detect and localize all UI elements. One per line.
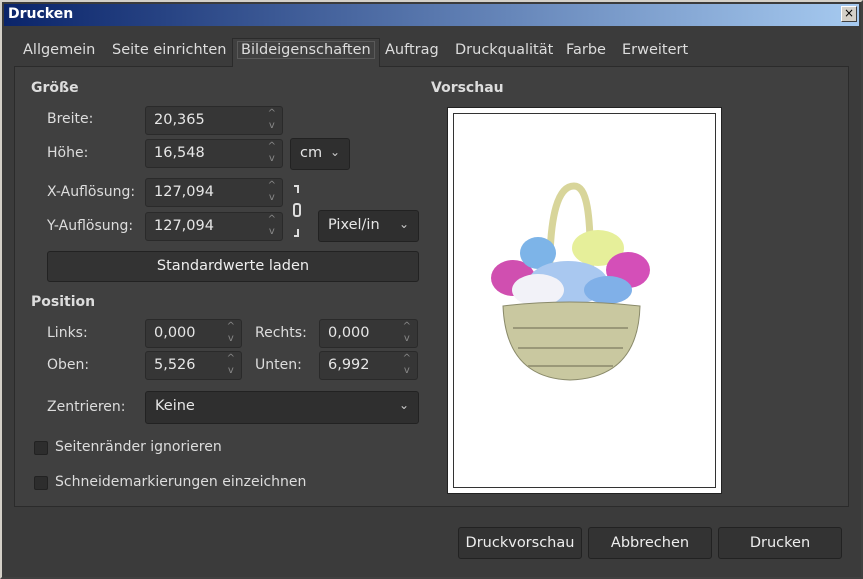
tab-auftrag[interactable]: Auftrag [385, 42, 439, 58]
xres-input[interactable]: 127,094 ^ v [145, 178, 283, 207]
load-defaults-button[interactable]: Standardwerte laden [47, 251, 419, 282]
center-label: Zentrieren: [47, 399, 126, 415]
center-value: Keine [155, 398, 195, 414]
spin-arrows-icon[interactable]: ^ v [268, 108, 276, 132]
unit-select[interactable]: cm ⌄ [290, 138, 350, 170]
top-input[interactable]: 5,526 ^ v [145, 351, 242, 380]
center-select[interactable]: Keine ⌄ [145, 391, 419, 424]
left-label: Links: [47, 325, 88, 341]
yres-label: Y-Auflösung: [47, 218, 134, 234]
tab-farbe[interactable]: Farbe [566, 42, 606, 58]
spin-arrows-icon[interactable]: ^ v [403, 353, 411, 377]
title-bar: Drucken × [4, 4, 859, 26]
spin-arrows-icon[interactable]: ^ v [227, 353, 235, 377]
tab-bildeigenschaften[interactable]: Bildeigenschaften [232, 38, 380, 67]
height-value: 16,548 [154, 145, 205, 161]
size-heading: Größe [31, 80, 79, 96]
spin-arrows-icon[interactable]: ^ v [268, 180, 276, 204]
preview-heading: Vorschau [431, 80, 504, 96]
chevron-down-icon: ⌄ [398, 398, 409, 412]
height-label: Höhe: [47, 145, 89, 161]
yres-input[interactable]: 127,094 ^ v [145, 212, 283, 241]
right-value: 0,000 [328, 325, 370, 341]
cancel-button[interactable]: Abbrechen [588, 527, 712, 559]
spin-arrows-icon[interactable]: ^ v [268, 141, 276, 165]
tab-allgemein[interactable]: Allgemein [23, 42, 95, 58]
right-label: Rechts: [255, 325, 307, 341]
chain-link-icon[interactable] [291, 184, 303, 238]
window-title: Drucken [8, 6, 74, 22]
unit-value: cm [300, 145, 323, 161]
spin-arrows-icon[interactable]: ^ v [268, 214, 276, 238]
resolution-unit-value: Pixel/in [328, 217, 380, 233]
yres-value: 127,094 [154, 218, 214, 234]
xres-value: 127,094 [154, 184, 214, 200]
bottom-input[interactable]: 6,992 ^ v [319, 351, 418, 380]
position-heading: Position [31, 294, 96, 310]
xres-label: X-Auflösung: [47, 184, 136, 200]
width-input[interactable]: 20,365 ^ v [145, 106, 283, 135]
print-button[interactable]: Drucken [718, 527, 842, 559]
crop-marks-checkbox[interactable] [34, 476, 48, 490]
tab-erweitert[interactable]: Erweitert [622, 42, 688, 58]
spin-arrows-icon[interactable]: ^ v [227, 321, 235, 345]
width-label: Breite: [47, 111, 94, 127]
spin-arrows-icon[interactable]: ^ v [403, 321, 411, 345]
top-label: Oben: [47, 357, 90, 373]
crop-marks-label[interactable]: Schneidemarkierungen einzeichnen [55, 474, 306, 490]
bottom-label: Unten: [255, 357, 302, 373]
ignore-margins-checkbox[interactable] [34, 441, 48, 455]
tab-label: Bildeigenschaften [237, 41, 375, 59]
bottom-value: 6,992 [328, 357, 370, 373]
preview-image-flower-basket [491, 182, 650, 381]
tab-seite-einrichten[interactable]: Seite einrichten [112, 42, 226, 58]
print-preview-button[interactable]: Druckvorschau [458, 527, 582, 559]
top-value: 5,526 [154, 357, 196, 373]
chevron-down-icon: ⌄ [329, 145, 340, 159]
right-input[interactable]: 0,000 ^ v [319, 319, 418, 348]
left-input[interactable]: 0,000 ^ v [145, 319, 242, 348]
chevron-down-icon: ⌄ [398, 217, 409, 231]
left-value: 0,000 [154, 325, 196, 341]
close-button[interactable]: × [841, 6, 857, 22]
preview-page [447, 107, 722, 494]
height-input[interactable]: 16,548 ^ v [145, 139, 283, 168]
resolution-unit-select[interactable]: Pixel/in ⌄ [318, 210, 419, 242]
tab-druckqualitaet[interactable]: Druckqualität [455, 42, 553, 58]
ignore-margins-label[interactable]: Seitenränder ignorieren [55, 439, 222, 455]
width-value: 20,365 [154, 112, 205, 128]
